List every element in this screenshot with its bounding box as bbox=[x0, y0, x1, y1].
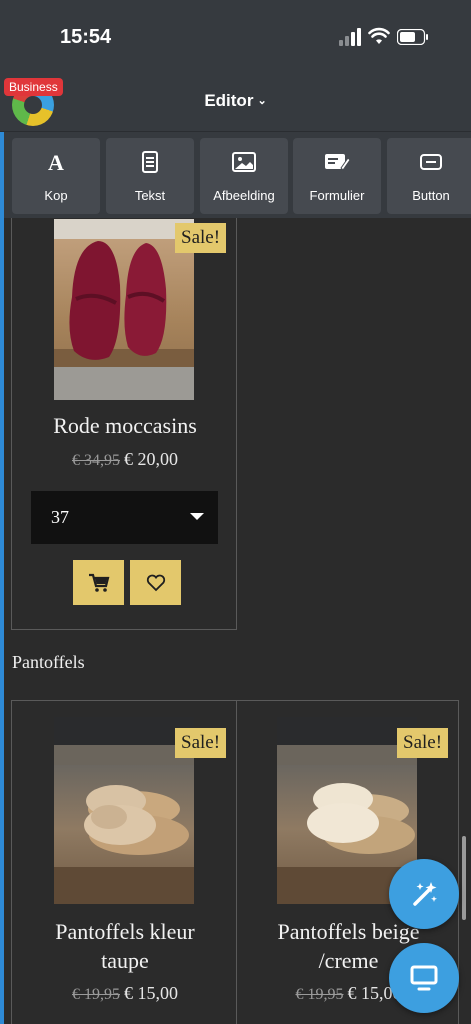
product-image[interactable] bbox=[54, 219, 194, 400]
toolbar-formulier-button[interactable]: Formulier bbox=[293, 138, 381, 214]
toolbar-item-label: Button bbox=[412, 188, 450, 203]
category-title: Pantoffels bbox=[12, 652, 85, 672]
add-to-cart-button[interactable] bbox=[73, 560, 124, 605]
toolbar-item-label: Afbeelding bbox=[213, 188, 275, 203]
toolbar-tekst-button[interactable]: Tekst bbox=[106, 138, 194, 214]
business-badge: Business bbox=[4, 78, 63, 96]
product-name[interactable]: Rode moccasins bbox=[12, 411, 238, 440]
svg-text:A: A bbox=[48, 151, 64, 173]
old-price: € 34,95 bbox=[72, 452, 120, 469]
button-icon bbox=[387, 150, 471, 174]
text-icon bbox=[106, 150, 194, 174]
image-icon bbox=[200, 150, 288, 174]
sale-badge: Sale! bbox=[397, 728, 449, 758]
status-time: 15:54 bbox=[60, 26, 112, 48]
toolbar-button-button[interactable]: Button bbox=[387, 138, 471, 214]
size-select[interactable]: 37 bbox=[31, 491, 218, 544]
toolbar-item-label: Tekst bbox=[134, 188, 166, 203]
cart-icon bbox=[88, 573, 109, 592]
product-name-line: Pantoffels kleur bbox=[55, 919, 195, 944]
sale-badge: Sale! bbox=[175, 728, 227, 758]
sale-price: € 15,00 bbox=[124, 983, 178, 1003]
heart-icon bbox=[146, 574, 165, 591]
cellular-signal-icon bbox=[339, 28, 363, 46]
product-price: € 34,95 € 20,00 bbox=[12, 449, 238, 470]
toolbar-item-label: Kop bbox=[44, 188, 68, 203]
toolbar-afbeelding-button[interactable]: Afbeelding bbox=[200, 138, 288, 214]
editor-dropdown[interactable]: Editor ⌄ bbox=[0, 91, 471, 111]
scrollbar[interactable] bbox=[462, 836, 466, 920]
magic-wand-button[interactable] bbox=[389, 859, 459, 929]
product-image[interactable] bbox=[54, 717, 194, 904]
element-toolbar: A Kop Tekst Afbeelding Formulier Button bbox=[0, 132, 471, 218]
product-name[interactable]: Pantoffels kleur taupe bbox=[12, 917, 238, 975]
taupe-slippers-image bbox=[54, 717, 194, 904]
form-icon bbox=[293, 150, 381, 174]
desktop-preview-button[interactable] bbox=[389, 943, 459, 1013]
magic-wand-icon bbox=[413, 882, 437, 906]
app-header: Business Editor ⌄ bbox=[0, 70, 471, 132]
size-select-value: 37 bbox=[51, 507, 69, 527]
old-price: € 19,95 bbox=[72, 986, 120, 1003]
chevron-down-icon: ⌄ bbox=[257, 95, 267, 107]
caret-down-icon bbox=[190, 513, 204, 520]
product-card[interactable]: Sale! Rode moccasins € 34,95 € 20,00 37 bbox=[11, 218, 237, 630]
status-bar: 15:54 bbox=[0, 0, 471, 70]
red-moccasins-image bbox=[54, 219, 194, 400]
heading-icon: A bbox=[12, 150, 100, 174]
product-card[interactable]: Sale! Pantoffels kleur taupe € 19,95 € 15… bbox=[11, 700, 237, 1024]
sale-price: € 20,00 bbox=[124, 449, 178, 469]
monitor-icon bbox=[410, 965, 438, 991]
editor-title-label: Editor bbox=[204, 91, 254, 110]
battery-icon bbox=[397, 29, 428, 45]
old-price: € 19,95 bbox=[295, 986, 344, 1003]
product-name-line: taupe bbox=[101, 948, 149, 973]
toolbar-kop-button[interactable]: A Kop bbox=[12, 138, 100, 214]
toolbar-item-label: Formulier bbox=[309, 188, 365, 203]
sale-badge: Sale! bbox=[175, 223, 227, 253]
wishlist-button[interactable] bbox=[130, 560, 181, 605]
wifi-icon bbox=[368, 27, 390, 44]
product-price: € 19,95 € 15,00 bbox=[12, 983, 238, 1004]
